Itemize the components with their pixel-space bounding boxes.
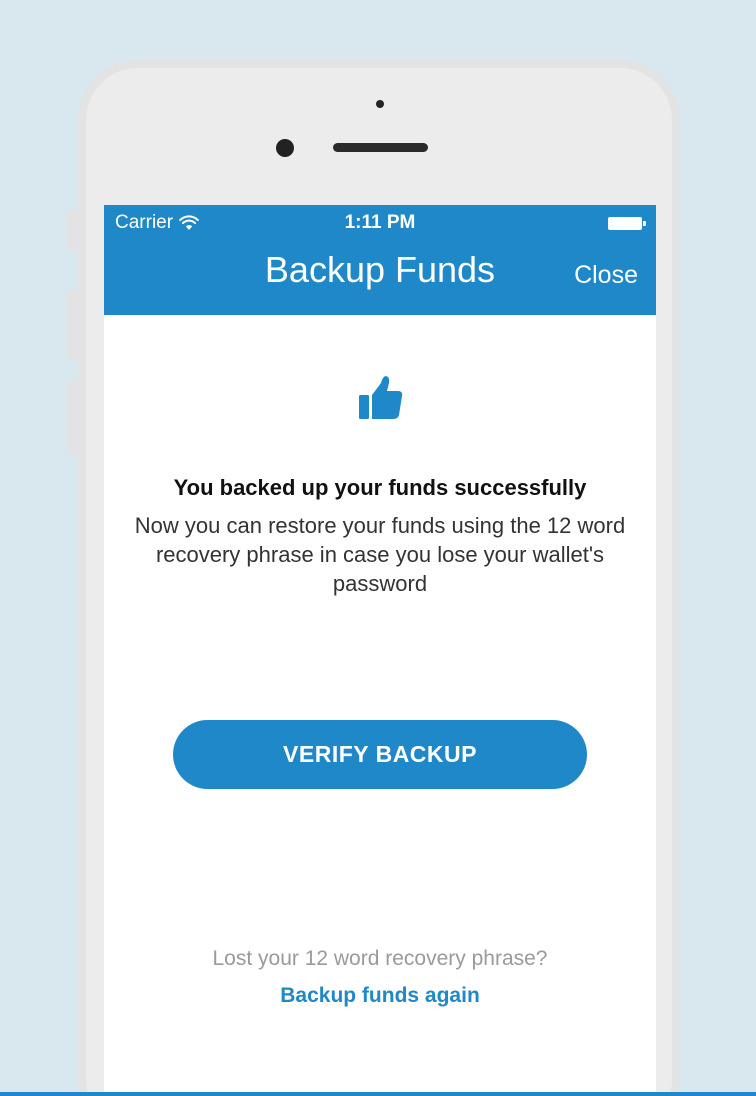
verify-backup-button[interactable]: VERIFY BACKUP [173,720,587,789]
phone-sensor [376,100,384,108]
page-background: Carrier 1:11 PM Backup Funds Close You b… [0,0,756,1096]
bottom-accent-strip [0,1092,756,1096]
lost-phrase-text: Lost your 12 word recovery phrase? [212,947,548,970]
thumbs-up-icon [355,372,405,422]
battery-icon [608,217,646,230]
phone-camera [276,139,294,157]
phone-volume-down-button [67,380,77,454]
success-title: You backed up your funds successfully [173,475,587,500]
phone-screen: Carrier 1:11 PM Backup Funds Close You b… [104,205,656,1096]
backup-funds-again-link[interactable]: Backup funds again [104,984,656,1008]
phone-mute-switch [67,210,77,250]
success-description: Now you can restore your funds using the… [134,513,626,596]
app-header: Carrier 1:11 PM Backup Funds Close [104,205,656,315]
close-button[interactable]: Close [574,261,638,290]
status-bar-time: 1:11 PM [344,212,416,233]
phone-volume-up-button [67,290,77,360]
phone-speaker [333,143,428,152]
